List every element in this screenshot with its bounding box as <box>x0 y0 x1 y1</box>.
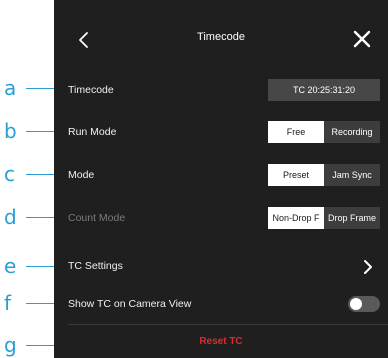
show-tc-toggle[interactable] <box>348 296 380 312</box>
count-mode-label: Count Mode <box>68 212 126 224</box>
mode-row: Mode Preset Jam Sync <box>54 161 388 191</box>
chevron-right-icon <box>364 260 372 274</box>
tc-settings-label: TC Settings <box>68 260 123 272</box>
run-mode-selector: Free Recording <box>268 121 380 143</box>
count-mode-option-non-drop[interactable]: Non-Drop F <box>268 207 324 229</box>
mode-option-jam-sync[interactable]: Jam Sync <box>324 164 380 186</box>
timecode-label: Timecode <box>68 84 114 96</box>
toggle-knob <box>350 298 362 310</box>
run-mode-option-free[interactable]: Free <box>268 121 324 143</box>
callout-letter: g <box>4 333 17 357</box>
callout-letter: d <box>4 205 17 229</box>
timecode-settings-panel: Timecode Timecode TC 20:25:31:20 Run Mod… <box>54 0 388 358</box>
callout-letter: e <box>4 254 17 278</box>
close-icon[interactable] <box>350 27 374 51</box>
divider <box>68 324 388 325</box>
run-mode-row: Run Mode Free Recording <box>54 118 388 148</box>
panel-header: Timecode <box>54 0 388 78</box>
page-title: Timecode <box>197 31 245 43</box>
mode-selector: Preset Jam Sync <box>268 164 380 186</box>
show-tc-row: Show TC on Camera View <box>54 290 388 320</box>
callout-letter: c <box>4 162 15 186</box>
timecode-value: TC 20:25:31:20 <box>268 79 380 101</box>
timecode-row: Timecode TC 20:25:31:20 <box>54 76 388 106</box>
mode-option-preset[interactable]: Preset <box>268 164 324 186</box>
tc-settings-row[interactable]: TC Settings <box>54 252 388 282</box>
callout-letter: a <box>4 76 17 100</box>
count-mode-selector: Non-Drop F Drop Frame <box>268 207 380 229</box>
callout-letter: b <box>4 119 17 143</box>
callout-letter: f <box>4 291 12 315</box>
count-mode-option-drop-frame[interactable]: Drop Frame <box>324 207 380 229</box>
mode-label: Mode <box>68 169 95 181</box>
show-tc-label: Show TC on Camera View <box>68 298 192 310</box>
count-mode-row: Count Mode Non-Drop F Drop Frame <box>54 204 388 234</box>
run-mode-option-recording[interactable]: Recording <box>324 121 380 143</box>
reset-tc-button[interactable]: Reset TC <box>54 336 388 347</box>
run-mode-label: Run Mode <box>68 126 117 138</box>
